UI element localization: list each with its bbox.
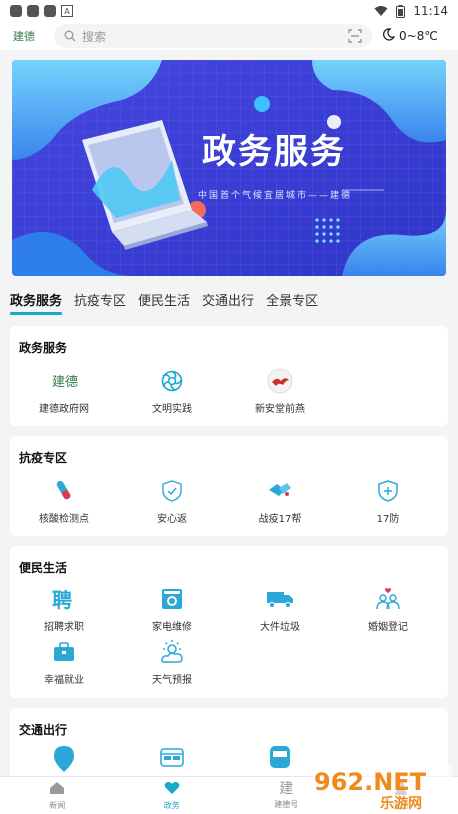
section-title: 政务服务 [19,341,68,355]
test-tube-icon [49,478,79,504]
service-label: 幸福就业 [44,675,84,686]
service-label: 天气预报 [152,675,192,686]
service-label: 家电维修 [152,622,192,633]
service-label: 17防 [376,514,400,525]
briefcase-icon [49,639,79,665]
svg-text:聘: 聘 [52,588,72,611]
jian-char-icon: 建 [279,780,294,797]
service-label: 招聘求职 [44,622,84,633]
svg-text:建德: 建德 [52,375,78,390]
medical-shield-icon [373,478,403,504]
service-label: 大件垃圾 [260,622,300,633]
service-item[interactable]: 婚姻登记 [334,586,442,633]
moon-icon [382,28,396,44]
search-placeholder: 搜索 [82,29,107,44]
shield-check-icon [157,478,187,504]
service-item[interactable]: 幸福就业 [10,639,118,686]
nav-news[interactable]: 新闻 [0,777,115,814]
tab-traffic[interactable]: 交通出行 [202,290,254,315]
flower-icon [157,368,187,394]
battery-icon [396,4,406,18]
section-epidemic: 抗疫专区 核酸检测点 安心返 战疫17帮 17防 [10,436,448,536]
jiande-logo-icon: 建德 [49,368,79,394]
recruit-icon: 聘 [49,586,79,612]
service-item[interactable]: 天气预报 [118,639,226,686]
weather-widget[interactable]: 0~8℃ [382,28,438,44]
notification-icons: A [10,5,73,17]
nav-label: 政务 [163,800,180,810]
section-title: 抗疫专区 [19,451,68,465]
nav-gov[interactable]: 政务 [115,777,230,814]
search-icon [64,30,76,42]
tab-life[interactable]: 便民生活 [138,290,190,315]
wifi-icon [374,5,388,17]
app-notification-icon: A [61,5,73,17]
service-item[interactable]: 17防 [334,478,442,525]
tab-panorama[interactable]: 全景专区 [266,290,318,315]
service-label: 文明实践 [152,404,192,415]
status-bar: A 11:14 [0,0,458,22]
banner-subtitle: 中国首个气候宜居城市——建德 [198,191,353,201]
bus-icon [157,746,187,772]
service-label: 婚姻登记 [368,622,408,633]
weather-temp: 0~8℃ [399,29,438,43]
notification-icon [44,5,56,17]
service-label: 建德政府网 [39,404,89,415]
service-item[interactable]: 大件垃圾 [226,586,334,633]
service-item[interactable]: 安心返 [118,478,226,525]
watermark-brand: 962.NET [314,768,427,796]
heart-icon [164,781,180,797]
swallow-logo-icon [265,368,295,394]
service-item[interactable]: 核酸检测点 [10,478,118,525]
watermark: 962.NET 乐游网 [310,764,452,812]
service-item[interactable]: 家电维修 [118,586,226,633]
service-item[interactable]: 建德 建德政府网 [10,368,118,415]
train-icon [265,746,295,772]
service-label: 战疫17帮 [258,514,302,525]
clock-time: 11:14 [413,4,448,18]
notification-icon [27,5,39,17]
section-life: 便民生活 聘 招聘求职 家电维修 大件垃圾 婚姻登记 幸福就业 天气预报 [10,546,448,698]
service-label: 安心返 [157,514,187,525]
service-item[interactable]: 文明实践 [118,368,226,415]
header: 建德 搜索 0~8℃ [0,22,458,50]
search-bar[interactable]: 搜索 [54,24,372,48]
banner[interactable]: 政务服务 中国首个气候宜居城市——建德 [12,60,446,276]
service-item[interactable]: 新安堂前燕 [226,368,334,415]
service-item[interactable]: 聘 招聘求职 [10,586,118,633]
nav-label: 新闻 [49,800,66,810]
home-icon [49,781,65,797]
banner-title: 政务服务 [202,132,346,172]
service-item[interactable]: 战疫17帮 [226,478,334,525]
service-item[interactable] [118,746,226,778]
nav-label: 建德号 [274,799,299,809]
weather-icon [157,639,187,665]
service-item[interactable] [10,746,118,778]
app-logo[interactable]: 建德 [8,24,40,48]
service-label: 新安堂前燕 [255,404,305,415]
category-tabs: 政务服务 抗疫专区 便民生活 交通出行 全景专区 [0,290,458,316]
handshake-icon [265,478,295,504]
appliance-icon [157,586,187,612]
notification-icon [10,5,22,17]
location-pin-icon [49,746,79,772]
service-label: 核酸检测点 [39,514,89,525]
section-title: 便民生活 [19,561,68,575]
section-title: 交通出行 [19,723,68,737]
tab-epidemic[interactable]: 抗疫专区 [74,290,126,315]
watermark-subtitle: 乐游网 [380,795,422,812]
tab-gov-service[interactable]: 政务服务 [10,290,63,315]
scan-icon[interactable] [348,29,362,43]
couple-icon [373,586,403,612]
truck-icon [265,586,295,612]
section-gov-service: 政务服务 建德 建德政府网 文明实践 新安堂前燕 [10,326,448,426]
